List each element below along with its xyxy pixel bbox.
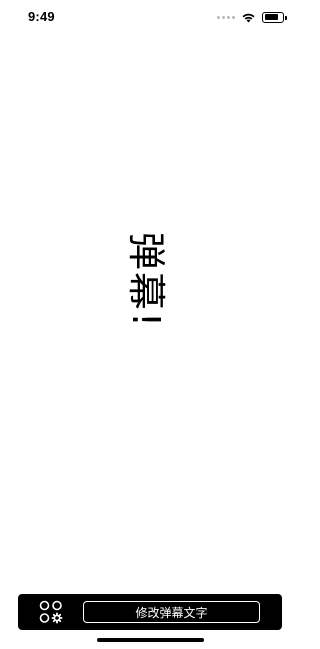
apps-settings-button[interactable] <box>18 594 84 630</box>
wifi-icon <box>242 13 255 22</box>
status-bar: 9:49 <box>0 0 300 34</box>
danmaku-text: 弹幕! <box>124 231 169 329</box>
edit-danmaku-text-button[interactable]: 修改弹幕文字 <box>83 601 260 623</box>
app-screen: 9:49 弹幕! 修改弹幕文字 <box>0 0 300 649</box>
danmaku-area: 弹幕! <box>0 210 300 350</box>
battery-icon <box>262 11 287 23</box>
cellular-signal-icon <box>217 15 235 19</box>
bottom-toolbar: 修改弹幕文字 <box>18 594 282 630</box>
status-icons <box>217 10 287 24</box>
status-time: 9:49 <box>28 9 55 24</box>
apps-settings-icon <box>39 600 63 624</box>
battery-level <box>264 14 279 20</box>
home-indicator[interactable] <box>97 638 204 642</box>
